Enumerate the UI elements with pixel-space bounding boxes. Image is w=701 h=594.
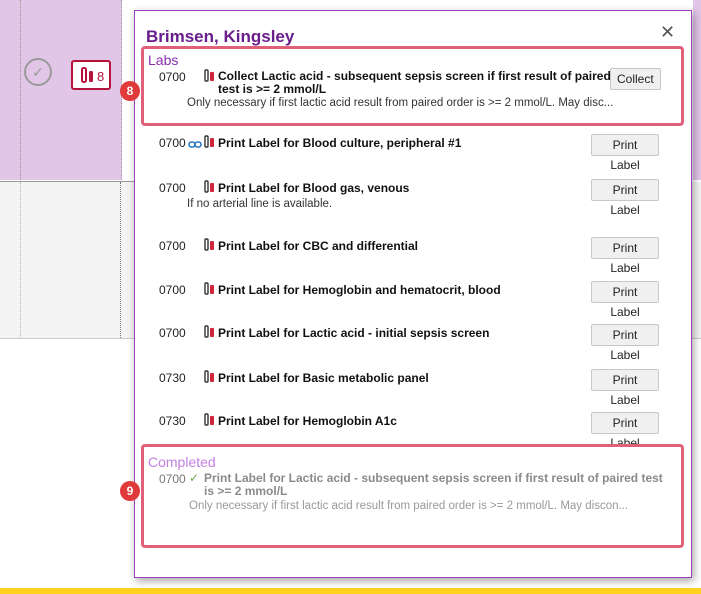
print-label-button[interactable]: Print Label <box>591 281 659 319</box>
callout-marker-9: 9 <box>120 481 140 501</box>
task-title: Print Label for Hemoglobin A1c <box>218 414 397 428</box>
task-title: Print Label for Lactic acid - initial se… <box>218 326 490 340</box>
lab-task-badge[interactable]: 8 <box>71 60 111 90</box>
print-label-button[interactable]: Print Label <box>591 369 659 407</box>
timeline-column-left <box>0 0 20 180</box>
task-count: 8 <box>97 69 105 84</box>
task-time: 0700 <box>159 239 186 253</box>
link-icon <box>188 137 202 155</box>
print-label-button[interactable]: Print Label <box>591 134 659 172</box>
print-label-button[interactable]: Print Label <box>591 324 659 362</box>
bottom-bar <box>0 588 701 594</box>
timeline-divider <box>0 338 134 339</box>
task-time: 0700 <box>159 326 186 340</box>
test-tube-icon <box>204 413 216 432</box>
test-tube-icon <box>204 325 216 344</box>
task-title: Print Label for CBC and differential <box>218 239 419 253</box>
test-tube-icon <box>81 67 93 83</box>
timeline-grey-block <box>0 182 134 338</box>
right-grey-band <box>691 182 701 338</box>
timeline-column-selected[interactable] <box>20 0 122 180</box>
callout-marker-8: 8 <box>120 81 140 101</box>
task-note: If no arterial line is available. <box>187 198 333 210</box>
print-label-button[interactable]: Print Label <box>591 237 659 275</box>
checkmark-circle-icon[interactable]: ✓ <box>24 58 52 86</box>
task-title: Print Label for Blood gas, venous <box>218 181 410 195</box>
test-tube-icon <box>204 180 216 199</box>
print-label-button[interactable]: Print Label <box>591 412 659 450</box>
close-icon[interactable]: ✕ <box>660 22 675 43</box>
task-title: Print Label for Blood culture, periphera… <box>218 136 462 150</box>
patient-name: Brimsen, Kingsley <box>146 27 295 46</box>
task-time: 0700 <box>159 136 186 150</box>
test-tube-icon <box>204 282 216 301</box>
test-tube-icon <box>204 135 216 154</box>
task-time: 0730 <box>159 371 186 385</box>
task-title: Print Label for Hemoglobin and hematocri… <box>218 283 501 297</box>
test-tube-icon <box>204 238 216 257</box>
highlight-box-9 <box>141 444 684 548</box>
task-time: 0700 <box>159 283 186 297</box>
right-band <box>693 0 701 180</box>
task-title: Print Label for Basic metabolic panel <box>218 371 429 385</box>
test-tube-icon <box>204 370 216 389</box>
print-label-button[interactable]: Print Label <box>591 179 659 217</box>
task-time: 0730 <box>159 414 186 428</box>
task-time: 0700 <box>159 181 186 195</box>
highlight-box-8 <box>141 46 684 126</box>
